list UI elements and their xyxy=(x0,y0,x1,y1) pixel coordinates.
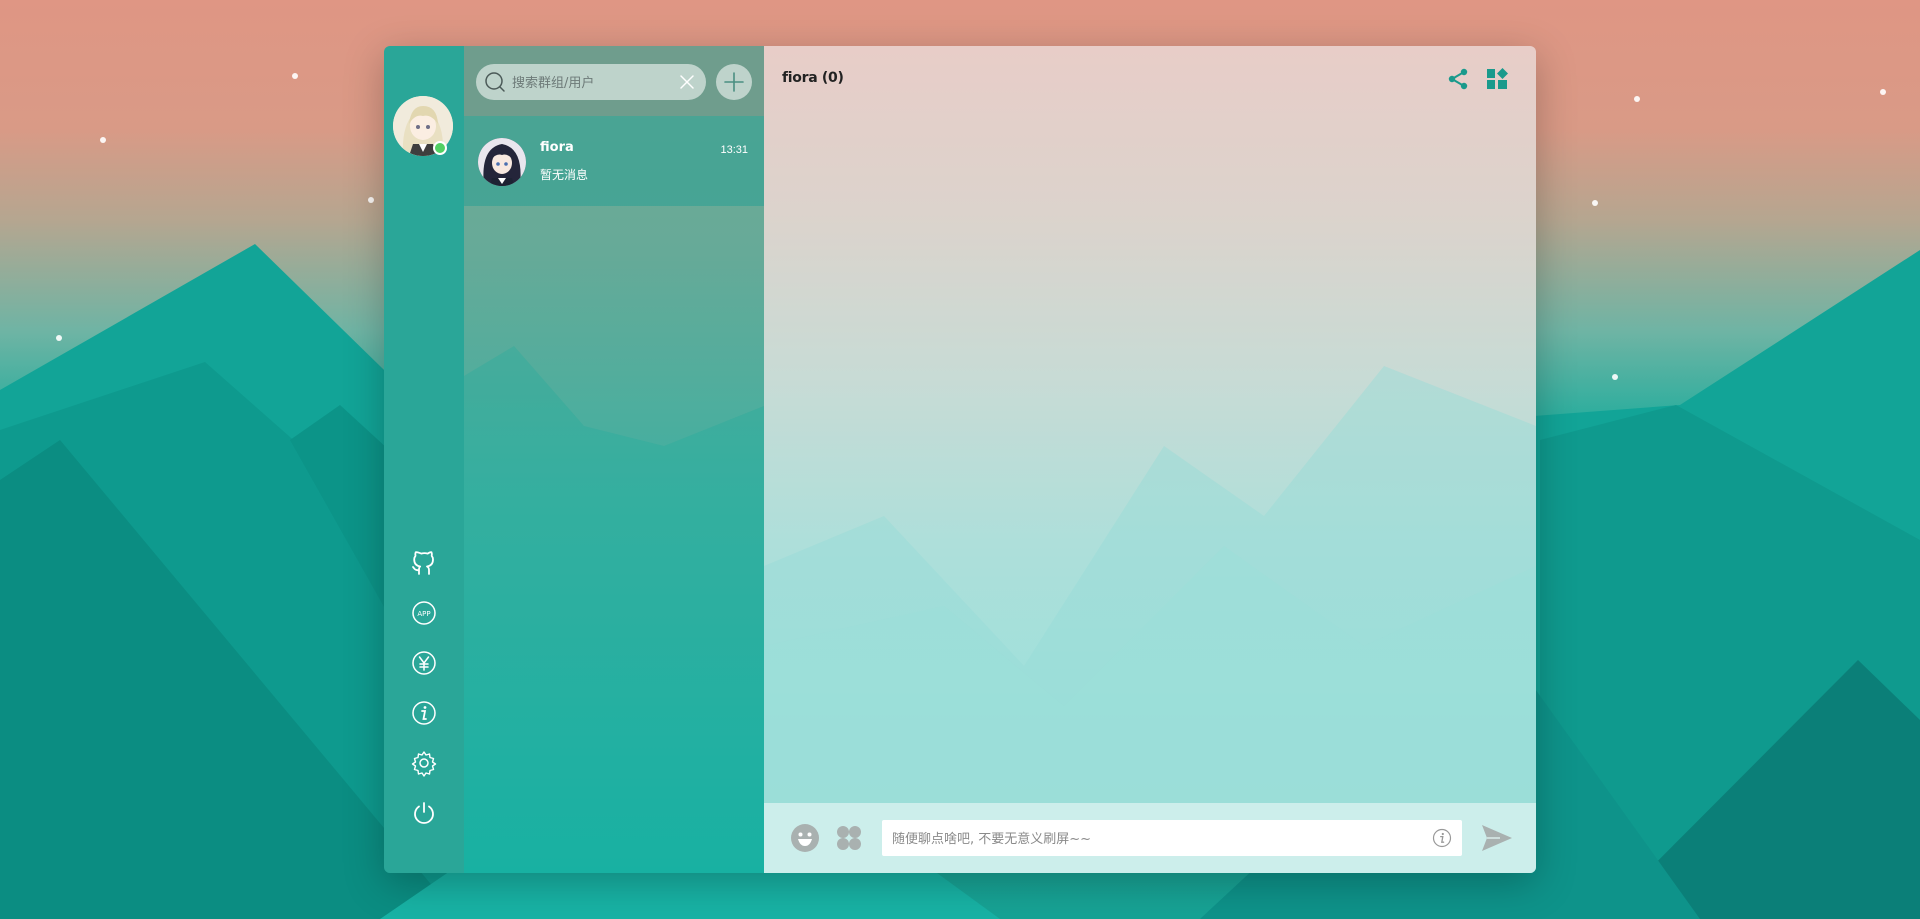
message-timestamp: 13:31 xyxy=(720,144,748,156)
chat-title: fiora (0) xyxy=(782,70,844,86)
search-bar xyxy=(464,46,764,116)
emoji-icon[interactable] xyxy=(790,823,820,853)
plus-icon xyxy=(724,72,744,92)
star xyxy=(1634,96,1640,102)
info-icon[interactable] xyxy=(409,698,439,728)
star xyxy=(56,335,62,341)
star xyxy=(368,197,374,203)
list-item[interactable]: fiora 13:31 暂无消息 xyxy=(464,116,764,206)
message-box xyxy=(882,820,1462,858)
conversation-list-panel: fiora 13:31 暂无消息 xyxy=(464,46,764,873)
contact-name: fiora xyxy=(540,140,574,155)
search-box xyxy=(476,64,706,102)
online-status-dot xyxy=(433,141,447,155)
search-icon xyxy=(485,72,505,92)
contact-avatar xyxy=(478,138,526,186)
close-icon[interactable] xyxy=(678,73,696,91)
chat-main: fiora (0) xyxy=(764,46,1536,873)
add-button[interactable] xyxy=(716,64,752,100)
svg-text:APP: APP xyxy=(417,610,430,618)
star xyxy=(292,73,298,79)
gear-icon[interactable] xyxy=(409,748,439,778)
search-input[interactable] xyxy=(510,64,674,102)
function-icon[interactable] xyxy=(834,823,864,853)
send-button[interactable] xyxy=(1480,821,1514,855)
chat-window: APP 搜索群组/用户 fiora 13:31 暂无消息 fiora (0) 随… xyxy=(384,46,1536,873)
send-icon xyxy=(1482,825,1512,851)
list-panel-background xyxy=(464,346,764,873)
message-input[interactable] xyxy=(890,820,1414,858)
yen-icon[interactable] xyxy=(409,648,439,678)
star xyxy=(1592,200,1598,206)
star xyxy=(100,137,106,143)
widgets-icon[interactable] xyxy=(1484,66,1510,92)
star xyxy=(1612,374,1618,380)
message-preview: 暂无消息 xyxy=(540,168,589,182)
chat-background xyxy=(764,366,1536,806)
star xyxy=(1880,89,1886,95)
info-icon[interactable] xyxy=(1432,828,1452,848)
github-icon[interactable] xyxy=(409,548,439,578)
contact-avatar-image xyxy=(478,138,526,186)
composer-bar xyxy=(764,803,1536,873)
app-icon[interactable]: APP xyxy=(409,598,439,628)
sidebar: APP xyxy=(384,46,464,873)
share-icon[interactable] xyxy=(1445,66,1471,92)
power-icon[interactable] xyxy=(409,798,439,828)
